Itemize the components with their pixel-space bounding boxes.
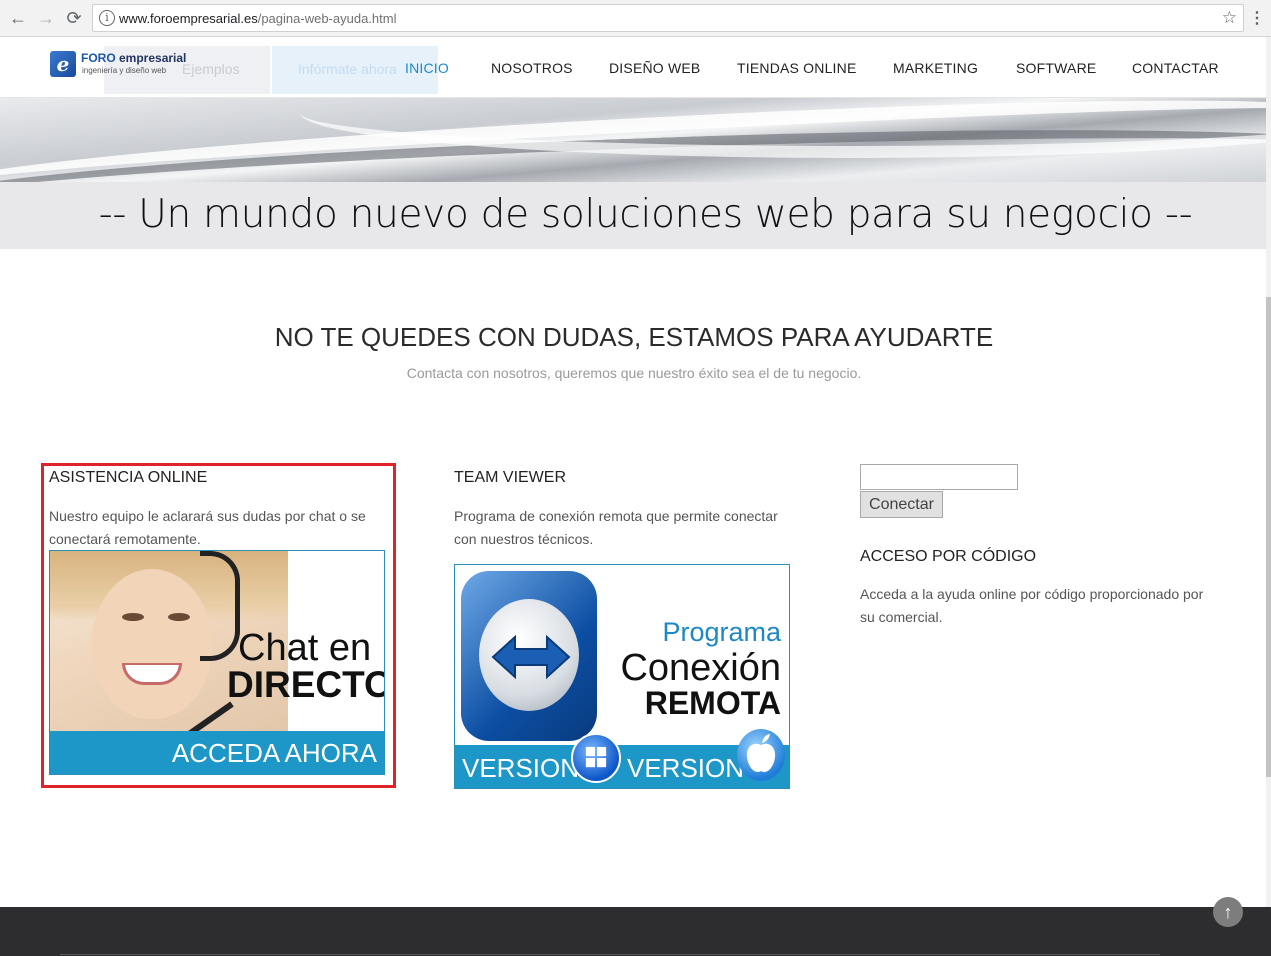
ghost-examples-label: Ejemplos [182, 61, 240, 77]
ghost-info-label: Infórmate ahora [298, 61, 397, 77]
hero-banner [0, 98, 1271, 182]
url-path: /pagina-web-ayuda.html [257, 11, 397, 26]
section-subtitle: Contacta con nosotros, queremos que nues… [406, 365, 862, 381]
site-header: Ejemplos Infórmate ahora e FORO empresar… [0, 37, 1271, 98]
logo-name-foro: FORO [81, 51, 116, 65]
tv-banner-line1: Programa [662, 617, 781, 647]
browser-toolbar: ← → ⟳ i www.foroempresarial.es/pagina-we… [0, 0, 1271, 37]
online-assistance-text: Nuestro equipo le aclarará sus dudas por… [49, 508, 366, 547]
browser-menu-icon[interactable]: ⋮ [1249, 8, 1265, 28]
remote-connection-banner[interactable]: Programa Conexión REMOTA VERSION VERSION [454, 564, 790, 789]
nav-contactar[interactable]: CONTACTAR [1132, 60, 1219, 76]
headset-icon [200, 551, 240, 661]
teamviewer-logo-icon [461, 571, 597, 741]
tv-banner-line3: REMOTA [644, 685, 781, 721]
reload-icon[interactable]: ⟳ [62, 6, 86, 30]
apple-logo-icon [746, 734, 776, 773]
hero-tagline: -- Un mundo nuevo de soluciones web para… [98, 192, 1193, 237]
teamviewer-title: TEAM VIEWER [454, 469, 567, 486]
logo-subtitle: ingeniería y diseño web [82, 66, 167, 75]
chat-cta-label: ACCEDA AHORA [171, 738, 377, 768]
teamviewer-text: Programa de conexión remota que permite … [454, 508, 778, 547]
double-arrow-icon [491, 634, 571, 680]
site-logo[interactable]: e FORO empresarial ingeniería y diseño w… [50, 49, 190, 79]
back-icon[interactable]: ← [6, 6, 30, 30]
scroll-to-top-icon[interactable]: ↑ [1213, 897, 1243, 927]
section-title: NO TE QUEDES CON DUDAS, ESTAMOS PARA AYU… [274, 322, 994, 352]
windows-version-label[interactable]: VERSION [462, 753, 579, 784]
address-bar[interactable]: i www.foroempresarial.es/pagina-web-ayud… [92, 4, 1244, 32]
logo-name: FORO empresarial [81, 51, 186, 65]
code-access-title: ACCESO POR CÓDIGO [860, 548, 1037, 565]
page-scrollbar[interactable] [1266, 37, 1271, 907]
access-code-input[interactable] [860, 464, 1018, 490]
photo-face [92, 569, 212, 719]
url-domain: www.foroempresarial.es [119, 11, 258, 26]
nav-tiendas-online[interactable]: TIENDAS ONLINE [737, 60, 857, 76]
nav-nosotros[interactable]: NOSOTROS [491, 60, 573, 76]
nav-diseno-web[interactable]: DISEÑO WEB [609, 60, 700, 76]
nav-marketing[interactable]: MARKETING [893, 60, 978, 76]
tagline-bar: -- Un mundo nuevo de soluciones web para… [0, 182, 1271, 249]
site-footer [0, 907, 1271, 956]
logo-mark: e [50, 51, 76, 77]
apple-icon[interactable] [737, 729, 785, 781]
live-chat-banner[interactable]: Chat en DIRECTO ACCEDA AHORA [49, 550, 385, 775]
windows-icon[interactable] [571, 733, 621, 783]
scrollbar-thumb[interactable] [1266, 297, 1271, 777]
online-assistance-title: ASISTENCIA ONLINE [49, 469, 208, 486]
tv-banner-line2: Conexión [620, 647, 781, 689]
bookmark-star-icon[interactable]: ☆ [1222, 8, 1237, 28]
footer-divider [60, 954, 1160, 955]
forward-icon[interactable]: → [34, 6, 58, 30]
nav-inicio[interactable]: INICIO [405, 60, 449, 76]
connect-button[interactable]: Conectar [860, 491, 943, 518]
photo-eye [168, 613, 190, 621]
mac-version-label[interactable]: VERSION [627, 753, 744, 784]
code-access-text: Acceda a la ayuda online por código prop… [860, 586, 1204, 625]
url-text[interactable]: www.foroempresarial.es/pagina-web-ayuda.… [119, 11, 396, 26]
chat-cta-bar[interactable]: ACCEDA AHORA [50, 731, 384, 774]
chat-banner-line2: DIRECTO [227, 664, 385, 705]
windows-flag-icon [585, 746, 607, 768]
info-icon[interactable]: i [99, 10, 115, 26]
logo-name-empresarial: empresarial [115, 51, 187, 65]
photo-eye [122, 613, 144, 621]
nav-software[interactable]: SOFTWARE [1016, 60, 1096, 76]
